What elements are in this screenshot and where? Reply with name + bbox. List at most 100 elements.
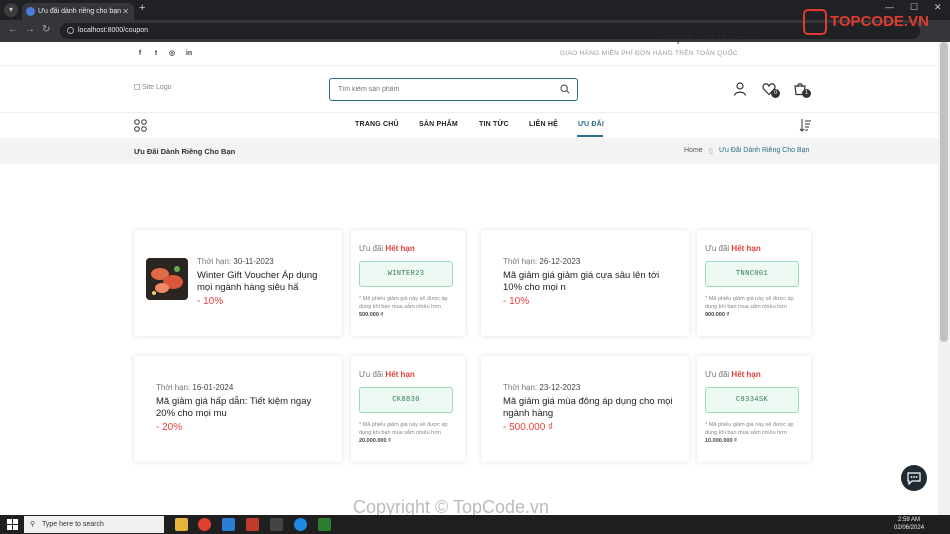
search-icon[interactable] [560,84,570,94]
coupon-expiry: Thời hạn: 16-01-2024 [156,383,233,392]
chat-icon [907,472,921,486]
search-input[interactable] [330,79,555,100]
expiry-label: Thời hạn: [197,257,232,266]
expiry-date: 16-01-2024 [192,383,234,392]
facebook-icon[interactable]: f [135,49,145,59]
brand-text: TOPCODE.VN [830,12,929,30]
status-expired: Hết hạn [385,244,415,253]
site-logo[interactable]: Site Logo [134,84,172,91]
sort-icon[interactable] [799,118,812,132]
clock-time: 2:59 AM [898,517,921,523]
twitter-icon[interactable]: t [151,49,161,59]
coupon-image [146,258,188,300]
page-title: Ưu Đãi Dành Riêng Cho Bạn [134,147,236,156]
breadcrumb-current: Ưu Đãi Dành Riêng Cho Bạn [719,147,810,154]
status-expired: Hết hạn [731,244,761,253]
wishlist-count-badge: 0 [771,89,780,98]
brand-logo-icon [803,9,827,35]
active-nav-underline [577,135,603,137]
expiry-label: Thời hạn: [503,383,538,392]
shipping-notice: GIAO HÀNG MIỄN PHÍ ĐƠN HÀNG TRÊN TOÀN QU… [560,50,738,57]
nav-item-contact[interactable]: LIÊN HỆ [529,121,558,128]
chrome-icon[interactable] [198,518,211,531]
coupon-code-panel: Ưu đãi Hết hạn TNNC001 * Mã phiếu giảm g… [697,230,811,336]
broken-image-icon [134,84,140,91]
nav-item-products[interactable]: SẢN PHẨM [419,121,458,128]
watermark-top: TopCode.vn [656,24,758,45]
clock-date: 02/06/2024 [894,525,925,531]
coupon-expiry: Thời hạn: 30-11-2023 [197,257,274,266]
close-window-icon[interactable]: ✕ [934,2,942,13]
breadcrumb-home-link[interactable]: Home [684,147,703,154]
tab-search-button[interactable]: ▾ [4,3,18,17]
note-text: * Mã phiếu giảm giá này sẽ được áp dụng … [359,422,448,436]
coupon-status: Ưu đãi Hết hạn [359,244,415,253]
coupon-code[interactable]: C9334SK [705,387,799,413]
coupon-title: Mã giảm giá giảm giá cựa sâu lên tới 10%… [503,270,660,293]
coupon-note: * Mã phiếu giảm giá này sẽ được áp dụng … [359,421,457,445]
system-clock[interactable]: 2:59 AM 02/06/2024 [894,516,924,532]
taskbar-search[interactable]: ⚲ Type here to search [24,516,164,533]
status-expired: Hết hạn [731,370,761,379]
scrollbar-thumb[interactable] [940,42,948,342]
close-tab-icon[interactable]: ✕ [122,3,129,20]
cart-count-badge: 1 [802,89,811,98]
breadcrumb-separator-icon: ▯ [709,148,713,155]
browser-tab[interactable]: Ưu đãi dành riêng cho bạn ✕ [22,3,134,20]
nav-item-offers[interactable]: ƯU ĐÃI [578,121,604,128]
coupon-card: Thời hạn: 16-01-2024 Mã giảm giá hấp dẫn… [134,356,342,462]
status-label: Ưu đãi [359,244,384,253]
brand-watermark: TOPCODE.VN [803,9,929,39]
instagram-icon[interactable]: ◎ [167,49,177,59]
new-tab-button[interactable]: + [139,2,145,14]
coupon-discount: - 500.000 ₫ [503,422,554,433]
coupon-code-panel: Ưu đãi Hết hạn CK8830 * Mã phiếu giảm gi… [351,356,465,462]
taskbar-search-placeholder: Type here to search [42,521,104,528]
coupon-title: Winter Gift Voucher Áp dụng mọi ngành hà… [197,270,318,293]
chat-button[interactable] [901,465,927,491]
linkedin-icon[interactable]: in [184,49,194,59]
site-info-icon[interactable] [67,27,74,34]
forward-icon[interactable]: → [25,24,35,35]
site-header: Site Logo 0 1 [0,66,938,113]
min-amount: 20.000.000 ₫ [359,438,391,444]
min-amount: 500.000 ₫ [359,312,384,318]
reload-icon[interactable]: ↻ [42,24,50,35]
note-text: * Mã phiếu giảm giá này sẽ được áp dụng … [359,296,448,310]
expiry-date: 30-11-2023 [233,257,274,266]
terminal-icon[interactable] [270,518,283,531]
coupon-code[interactable]: WINTER23 [359,261,453,287]
url-text: localhost:8000/coupon [78,27,149,34]
logo-alt-text: Site Logo [142,84,172,91]
coupon-code[interactable]: TNNC001 [705,261,799,287]
min-amount: 10.000.000 ₫ [705,438,737,444]
coupon-note: * Mã phiếu giảm giá này sẽ được áp dụng … [359,295,457,319]
breadcrumb-bar: Ưu Đãi Dành Riêng Cho Bạn Home ▯ Ưu Đãi … [0,138,938,164]
coupon-note: * Mã phiếu giảm giá này sẽ được áp dụng … [705,295,803,319]
status-label: Ưu đãi [705,244,730,253]
nav-item-news[interactable]: TIN TỨC [479,121,509,128]
coupon-card: Thời hạn: 26-12-2023 Mã giảm giá giảm gi… [481,230,689,336]
windows-taskbar: ⚲ Type here to search 2:59 AM 02/06/2024 [0,515,950,534]
status-expired: Hết hạn [385,370,415,379]
user-icon[interactable] [733,82,747,96]
coupon-expiry: Thời hạn: 23-12-2023 [503,383,580,392]
coupon-discount: - 20% [156,422,183,433]
file-explorer-icon[interactable] [175,518,188,531]
zalo-icon[interactable] [294,518,307,531]
hs-app-icon[interactable] [318,518,331,531]
coupon-title: Mã giảm giá mùa đông áp dụng cho mọi ngà… [503,396,673,419]
recorder-icon[interactable] [246,518,259,531]
categories-grid-icon[interactable] [134,119,147,132]
coupon-code[interactable]: CK8830 [359,387,453,413]
vscode-icon[interactable] [222,518,235,531]
coupon-expiry: Thời hạn: 26-12-2023 [503,257,580,266]
back-icon[interactable]: ← [8,24,18,35]
status-label: Ưu đãi [705,370,730,379]
nav-item-home[interactable]: TRANG CHỦ [355,121,399,128]
page-scrollbar[interactable] [938,42,950,515]
url-field[interactable]: localhost:8000/coupon [60,23,920,39]
windows-start-icon[interactable] [7,519,18,530]
coupon-card: Thời hạn: 30-11-2023 Winter Gift Voucher… [134,230,342,336]
note-text: * Mã phiếu giảm giá này sẽ được áp dụng … [705,422,794,436]
